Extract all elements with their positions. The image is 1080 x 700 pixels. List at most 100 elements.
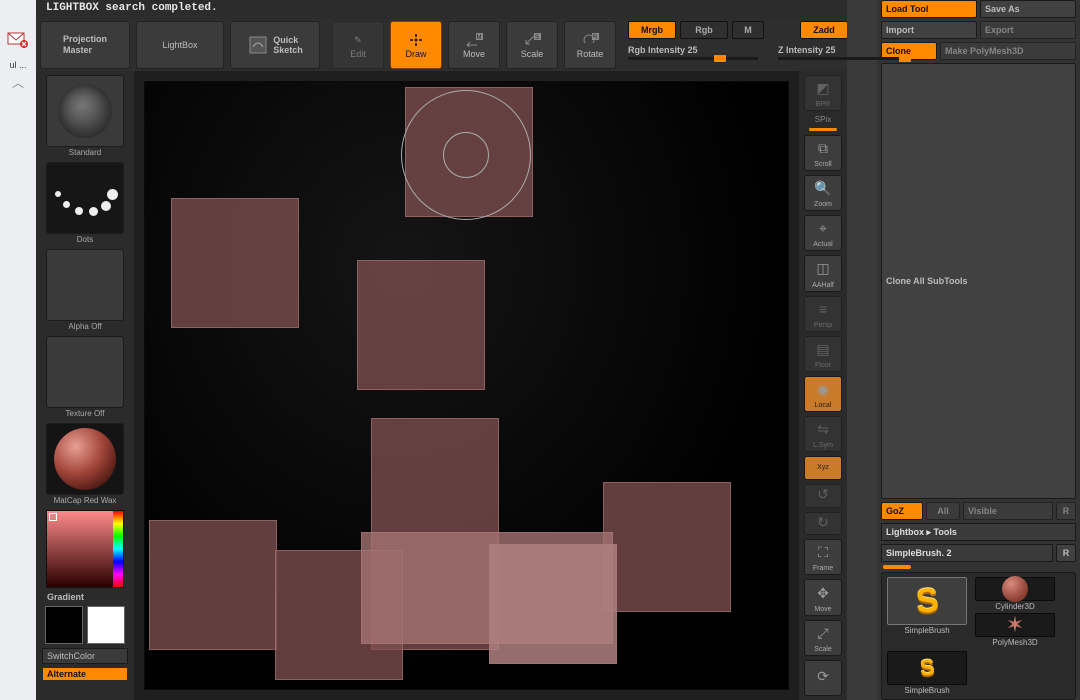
texture-thumb[interactable]: Texture Off: [45, 336, 125, 419]
spix-slider[interactable]: [809, 128, 837, 131]
scroll-icon: ⧉: [818, 136, 828, 161]
goz-button[interactable]: GoZ: [881, 502, 923, 520]
cylinder-icon: [1002, 576, 1028, 602]
edit-icon: ✎: [347, 31, 369, 49]
color-picker[interactable]: [45, 510, 125, 588]
rotate-icon: ⟳: [817, 661, 829, 693]
dots-icon: [53, 173, 117, 223]
aahalf-icon: ◫: [816, 256, 829, 281]
simplebrush-icon: S: [919, 654, 936, 681]
persp-button[interactable]: ≡Persp: [804, 296, 842, 332]
edit-button[interactable]: ✎Edit: [332, 21, 384, 69]
svg-text:M: M: [477, 35, 482, 41]
tool-item-simplebrush2[interactable]: S SimpleBrush: [886, 651, 968, 695]
swatch-main[interactable]: [45, 606, 83, 644]
clone-all-button[interactable]: Clone All SubTools: [881, 63, 1076, 499]
matcap-icon: [54, 428, 116, 490]
switch-color-button[interactable]: SwitchColor: [42, 648, 128, 664]
tool-item-cylinder3d[interactable]: Cylinder3D ✶ PolyMesh3D: [974, 577, 1056, 647]
zadd-mode[interactable]: Zadd: [800, 21, 848, 39]
aahalf-button[interactable]: ◫AAHalf: [804, 255, 842, 291]
zoom-icon: 🔍: [814, 176, 831, 201]
stroke-rect: [171, 198, 299, 328]
projection-master-button[interactable]: Projection Master: [40, 21, 130, 69]
load-tool-button[interactable]: Load Tool: [881, 0, 977, 18]
move-icon: M: [463, 31, 485, 49]
actual-icon: ⌖: [819, 216, 827, 241]
actual-button[interactable]: ⌖Actual: [804, 215, 842, 251]
current-tool-label: SimpleBrush. 2: [881, 544, 1053, 562]
rotate-button[interactable]: RRotate: [564, 21, 616, 69]
alternate-button[interactable]: Alternate: [43, 668, 127, 680]
make-polymesh-button[interactable]: Make PolyMesh3D: [940, 42, 1076, 60]
bpr-button[interactable]: ◩BPR: [804, 75, 842, 111]
nav-scale-button[interactable]: ⤢Scale: [804, 620, 842, 656]
nav-rotate-button[interactable]: ⟳: [804, 660, 842, 696]
goz-visible-button[interactable]: Visible: [963, 502, 1053, 520]
quick-sketch-button[interactable]: Quick Sketch: [230, 21, 320, 69]
stroke-rect: [149, 520, 277, 650]
chevron-up-icon[interactable]: ︿: [12, 74, 24, 91]
local-icon: ◉: [817, 377, 829, 402]
floor-icon: ▤: [816, 337, 829, 362]
import-button[interactable]: Import: [881, 21, 977, 39]
m-mode[interactable]: M: [732, 21, 764, 39]
export-button[interactable]: Export: [980, 21, 1076, 39]
svg-text:S: S: [535, 35, 539, 41]
mrgb-mode[interactable]: Mrgb: [628, 21, 676, 39]
brush-thumb[interactable]: Standard: [45, 75, 125, 158]
scale-button[interactable]: SScale: [506, 21, 558, 69]
rgb-mode[interactable]: Rgb: [680, 21, 728, 39]
status-bar: LIGHTBOX search completed.: [36, 0, 847, 19]
tool-r-button[interactable]: R: [1056, 544, 1076, 562]
right-nav-strip: ◩BPR SPix ⧉Scroll 🔍Zoom ⌖Actual ◫AAHalf …: [799, 71, 847, 700]
goz-all-button[interactable]: All: [926, 502, 960, 520]
tool-panel: Load Tool Save As Import Export Clone Ma…: [877, 0, 1080, 700]
roty-icon: ↺: [817, 485, 829, 505]
tool-slider[interactable]: [883, 565, 911, 569]
lsym-icon: ⇋: [817, 417, 829, 442]
stroke-rect: [603, 482, 731, 612]
document-canvas[interactable]: [144, 81, 789, 690]
material-thumb[interactable]: MatCap Red Wax: [45, 423, 125, 506]
alpha-thumb[interactable]: Alpha Off: [45, 249, 125, 332]
save-as-button[interactable]: Save As: [980, 0, 1076, 18]
scale-icon: ⤢: [817, 621, 828, 646]
local-button[interactable]: ◉Local: [804, 376, 842, 412]
lightbox-button[interactable]: LightBox: [136, 21, 224, 69]
tool-item-simplebrush[interactable]: S SimpleBrush: [886, 577, 968, 647]
gradient-label[interactable]: Gradient: [43, 592, 127, 602]
rotate-icon: R: [579, 31, 601, 49]
draw-button[interactable]: Draw: [390, 21, 442, 69]
browser-sidebar: ul ... ︿: [0, 0, 36, 700]
brush-inner-ring: [443, 132, 489, 178]
rot-z-button[interactable]: ↻: [804, 512, 842, 536]
rgb-intensity-slider[interactable]: Rgb Intensity 25: [628, 45, 758, 60]
rot-y-button[interactable]: ↺: [804, 484, 842, 508]
xyz-button[interactable]: Xyz: [804, 456, 842, 480]
frame-icon: ⛶: [818, 540, 828, 565]
swatch-secondary[interactable]: [87, 606, 125, 644]
simplebrush-icon: S: [914, 581, 940, 622]
polymesh-icon: ✶: [1006, 612, 1024, 638]
left-palette: Standard Dots: [36, 71, 134, 700]
browser-tab-label[interactable]: ul ...: [9, 60, 26, 70]
lsym-button[interactable]: ⇋L.Sym: [804, 416, 842, 452]
floor-button[interactable]: ▤Floor: [804, 336, 842, 372]
zoom-button[interactable]: 🔍Zoom: [804, 175, 842, 211]
persp-icon: ≡: [819, 297, 827, 322]
stroke-thumb[interactable]: Dots: [45, 162, 125, 245]
mail-icon[interactable]: [7, 30, 29, 48]
nav-move-button[interactable]: ✥Move: [804, 579, 842, 615]
scroll-button[interactable]: ⧉Scroll: [804, 135, 842, 171]
brush-swirl-icon: [58, 84, 112, 138]
lightbox-tools-header[interactable]: Lightbox ▸ Tools: [881, 523, 1076, 541]
frame-button[interactable]: ⛶Frame: [804, 539, 842, 575]
top-toolbar: Projection Master LightBox Quick Sketch …: [36, 19, 847, 71]
move-button[interactable]: MMove: [448, 21, 500, 69]
goz-r-button[interactable]: R: [1056, 502, 1076, 520]
stroke-rect: [489, 544, 617, 664]
rotz-icon: ↻: [817, 513, 829, 533]
tool-grid: S SimpleBrush Cylinder3D ✶ PolyMesh3D S …: [881, 572, 1076, 700]
canvas-wrap: [134, 71, 799, 700]
